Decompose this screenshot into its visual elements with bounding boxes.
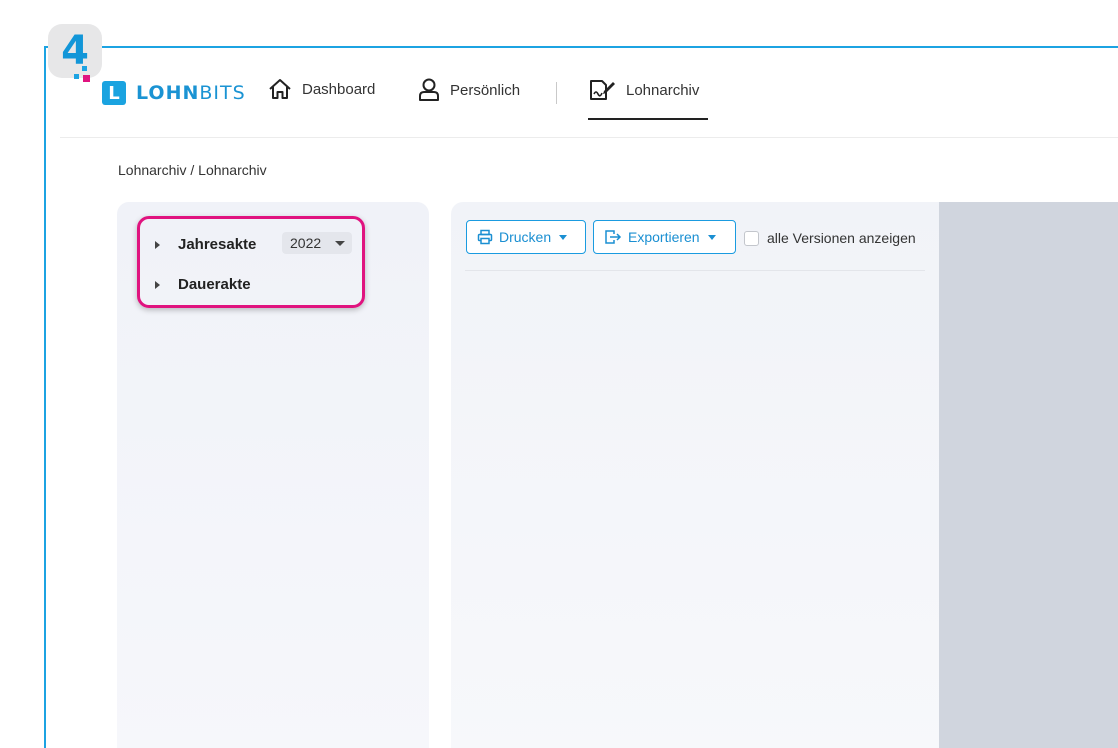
top-navbar: L LOHNBITS Dashboard Persönlich Lohnarch… bbox=[60, 48, 1118, 138]
nav-dashboard[interactable]: Dashboard bbox=[268, 78, 375, 100]
chevron-down-icon bbox=[559, 234, 568, 240]
breadcrumb: Lohnarchiv / Lohnarchiv bbox=[118, 162, 267, 178]
archive-tree-panel: Jahresakte 2022 Dauerakte bbox=[117, 202, 429, 748]
export-icon bbox=[604, 229, 622, 245]
logo-mark: L bbox=[102, 81, 126, 105]
printer-icon bbox=[477, 229, 493, 245]
show-all-versions-toggle[interactable]: alle Versionen anzeigen bbox=[744, 230, 916, 246]
toolbar-divider bbox=[465, 270, 925, 271]
user-icon bbox=[418, 78, 440, 102]
nav-dashboard-label: Dashboard bbox=[302, 80, 376, 98]
lohnbits-logo[interactable]: L LOHNBITS bbox=[102, 81, 246, 105]
tree-item-dauerakte[interactable]: Dauerakte bbox=[155, 276, 251, 293]
nav-lohnarchiv[interactable]: Lohnarchiv bbox=[588, 78, 699, 102]
nav-separator bbox=[556, 82, 557, 104]
export-button-label: Exportieren bbox=[628, 229, 700, 245]
tree-item-dauerakte-label: Dauerakte bbox=[178, 276, 251, 293]
logo-wordmark: LOHNBITS bbox=[136, 82, 246, 104]
decorative-dots bbox=[70, 66, 100, 86]
export-button[interactable]: Exportieren bbox=[593, 220, 736, 254]
print-button[interactable]: Drucken bbox=[466, 220, 586, 254]
year-select-value: 2022 bbox=[290, 235, 322, 251]
active-tab-indicator bbox=[588, 118, 708, 120]
year-select[interactable]: 2022 bbox=[282, 232, 352, 254]
tree-item-jahresakte[interactable]: Jahresakte bbox=[155, 236, 256, 253]
expand-caret-icon[interactable] bbox=[155, 240, 160, 249]
nav-persoenlich[interactable]: Persönlich bbox=[418, 78, 520, 102]
home-icon bbox=[268, 78, 292, 100]
nav-persoenlich-label: Persönlich bbox=[450, 81, 521, 99]
expand-caret-icon[interactable] bbox=[155, 280, 160, 289]
tree-item-jahresakte-label: Jahresakte bbox=[178, 236, 257, 253]
document-preview-area bbox=[939, 202, 1118, 748]
nav-lohnarchiv-label: Lohnarchiv bbox=[626, 81, 700, 99]
versions-checkbox[interactable] bbox=[744, 230, 759, 246]
chevron-down-icon bbox=[335, 241, 345, 246]
archive-signature-icon bbox=[588, 78, 616, 102]
annotation-highlight-box bbox=[137, 216, 365, 308]
app-frame: L LOHNBITS Dashboard Persönlich Lohnarch… bbox=[44, 46, 1118, 748]
print-button-label: Drucken bbox=[499, 229, 552, 245]
document-content-panel: Drucken Exportieren alle Versionen anzei… bbox=[451, 202, 1118, 748]
chevron-down-icon bbox=[707, 234, 716, 240]
versions-checkbox-label: alle Versionen anzeigen bbox=[767, 230, 916, 246]
